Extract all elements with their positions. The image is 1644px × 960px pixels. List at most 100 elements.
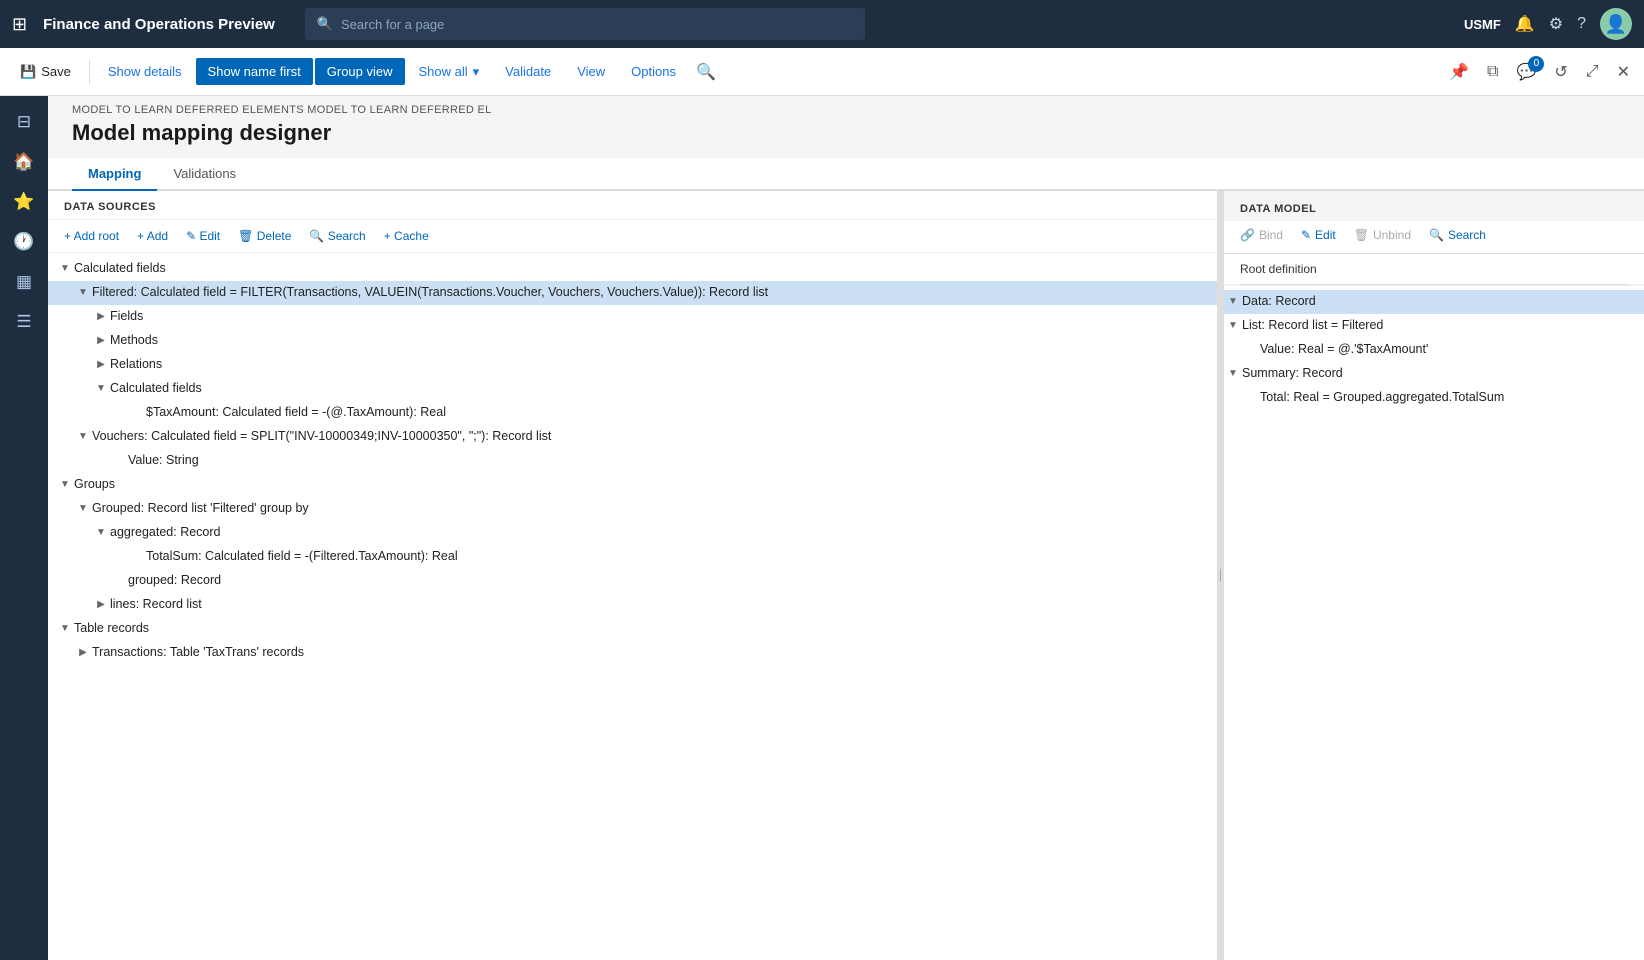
sidebar-item-modules[interactable]: ☰ [6, 304, 42, 340]
right-tree-toggle-icon[interactable]: ▼ [1224, 293, 1242, 311]
close-icon[interactable]: ✕ [1611, 58, 1636, 86]
expand-icon[interactable]: ⤢ [1580, 59, 1605, 85]
tab-validations[interactable]: Validations [157, 158, 252, 191]
tree-node[interactable]: ▶Fields [48, 305, 1217, 329]
window-icon[interactable]: ⧉ [1481, 59, 1504, 85]
right-tree-node[interactable]: ▼Summary: Record [1224, 362, 1644, 386]
badge-button[interactable]: 💬 0 [1510, 58, 1542, 86]
show-name-first-button[interactable]: Show name first [196, 58, 313, 85]
right-search-button[interactable]: 🔍 Search [1423, 225, 1492, 245]
pin-icon[interactable]: 📌 [1443, 58, 1475, 86]
right-tree-node[interactable]: ▼List: Record list = Filtered [1224, 314, 1644, 338]
right-panel: DATA MODEL 🔗 Bind ✎ Edit 🗑 Unbind [1224, 191, 1644, 960]
tree-toggle-icon[interactable] [110, 404, 128, 422]
show-all-button[interactable]: Show all ▾ [407, 58, 492, 86]
global-search-input[interactable] [341, 17, 853, 32]
sidebar-item-workspaces[interactable]: ▦ [6, 264, 42, 300]
right-tree-node[interactable]: Total: Real = Grouped.aggregated.TotalSu… [1224, 386, 1644, 410]
tree-toggle-icon[interactable]: ▼ [74, 284, 92, 302]
tree-toggle-icon[interactable]: ▼ [56, 476, 74, 494]
tree-node-label: Filtered: Calculated field = FILTER(Tran… [92, 284, 1209, 302]
tree-node[interactable]: grouped: Record [48, 569, 1217, 593]
tree-toggle-icon[interactable]: ▼ [56, 260, 74, 278]
right-tree-toggle-icon[interactable]: ▼ [1224, 365, 1242, 383]
right-tree-toggle-icon[interactable] [1224, 341, 1242, 359]
tree-node[interactable]: ▶Relations [48, 353, 1217, 377]
save-button[interactable]: 💾 Save [8, 58, 83, 86]
sidebar-item-favorites[interactable]: ⭐ [6, 184, 42, 220]
right-tree-node[interactable]: Value: Real = @.'$TaxAmount' [1224, 338, 1644, 362]
help-icon[interactable]: ? [1577, 15, 1586, 33]
delete-button[interactable]: 🗑 Delete [232, 226, 297, 246]
tree-toggle-icon[interactable]: ▼ [56, 620, 74, 638]
tree-node-label: Groups [74, 476, 1209, 494]
tree-toggle-icon[interactable]: ▼ [92, 380, 110, 398]
user-avatar[interactable]: 👤 [1600, 8, 1632, 40]
add-button[interactable]: + Add [131, 226, 174, 246]
search-icon: 🔍 [317, 16, 333, 32]
tab-mapping[interactable]: Mapping [72, 158, 157, 191]
group-view-button[interactable]: Group view [315, 58, 405, 85]
edit-button[interactable]: ✎ Edit [180, 226, 226, 246]
settings-icon[interactable]: ⚙ [1549, 14, 1563, 34]
tree-toggle-icon[interactable]: ▶ [74, 644, 92, 662]
sidebar-item-recent[interactable]: 🕐 [6, 224, 42, 260]
sidebar-item-filter[interactable]: ⊟ [6, 104, 42, 140]
tree-node[interactable]: ▶Methods [48, 329, 1217, 353]
right-panel-actions: 🔗 Bind ✎ Edit 🗑 Unbind 🔍 Search [1224, 221, 1644, 254]
cache-button[interactable]: + Cache [378, 226, 435, 246]
tree-toggle-icon[interactable]: ▶ [92, 596, 110, 614]
right-edit-button[interactable]: ✎ Edit [1295, 225, 1342, 245]
options-button[interactable]: Options [619, 58, 688, 85]
apps-grid-icon[interactable]: ⊞ [12, 14, 27, 35]
top-nav-right: USMF 🔔 ⚙ ? 👤 [1464, 8, 1632, 40]
left-panel-header: DATA SOURCES [48, 191, 1217, 220]
tree-node-label: Fields [110, 308, 1209, 326]
tree-toggle-icon[interactable] [110, 548, 128, 566]
sidebar: ⊟ 🏠 ⭐ 🕐 ▦ ☰ [0, 96, 48, 960]
view-button[interactable]: View [565, 58, 617, 85]
unbind-button[interactable]: 🗑 Unbind [1348, 225, 1417, 245]
tree-toggle-icon[interactable] [92, 452, 110, 470]
validate-button[interactable]: Validate [493, 58, 563, 85]
tree-node[interactable]: ▼aggregated: Record [48, 521, 1217, 545]
tree-toggle-icon[interactable]: ▶ [92, 356, 110, 374]
tree-node[interactable]: ▼Filtered: Calculated field = FILTER(Tra… [48, 281, 1217, 305]
tree-node[interactable]: ▼Table records [48, 617, 1217, 641]
tree-node[interactable]: ▼Vouchers: Calculated field = SPLIT("INV… [48, 425, 1217, 449]
show-details-button[interactable]: Show details [96, 58, 194, 85]
search-button[interactable]: 🔍 Search [303, 226, 371, 246]
bind-button[interactable]: 🔗 Bind [1234, 225, 1289, 245]
tree-toggle-icon[interactable]: ▶ [92, 308, 110, 326]
tree-node[interactable]: ▶Transactions: Table 'TaxTrans' records [48, 641, 1217, 665]
add-root-button[interactable]: + Add root [58, 226, 125, 246]
tree-node[interactable]: ▼Grouped: Record list 'Filtered' group b… [48, 497, 1217, 521]
tree-node[interactable]: ▼Calculated fields [48, 257, 1217, 281]
tree-node[interactable]: Value: String [48, 449, 1217, 473]
tree-node[interactable]: ▶lines: Record list [48, 593, 1217, 617]
tree-node[interactable]: $TaxAmount: Calculated field = -(@.TaxAm… [48, 401, 1217, 425]
tree-toggle-icon[interactable]: ▶ [92, 332, 110, 350]
refresh-icon[interactable]: ↺ [1548, 58, 1573, 86]
global-search-box[interactable]: 🔍 [305, 8, 865, 40]
tabs-row: Mapping Validations [48, 158, 1644, 191]
tree-toggle-icon[interactable]: ▼ [74, 500, 92, 518]
top-nav: ⊞ Finance and Operations Preview 🔍 USMF … [0, 0, 1644, 48]
right-tree-node[interactable]: ▼Data: Record [1224, 290, 1644, 314]
notification-icon[interactable]: 🔔 [1515, 14, 1535, 34]
right-tree-container[interactable]: ▼Data: Record▼List: Record list = Filter… [1224, 285, 1644, 960]
tree-node[interactable]: ▼Groups [48, 473, 1217, 497]
search-toolbar-button[interactable]: 🔍 [690, 58, 722, 86]
right-tree-toggle-icon[interactable] [1224, 389, 1242, 407]
tree-toggle-icon[interactable]: ▼ [92, 524, 110, 542]
tree-toggle-icon[interactable] [92, 572, 110, 590]
page-title: Model mapping designer [48, 116, 1644, 158]
right-tree-node-label: Data: Record [1242, 293, 1636, 311]
tree-node[interactable]: ▼Calculated fields [48, 377, 1217, 401]
left-tree-container[interactable]: ▼Calculated fields▼Filtered: Calculated … [48, 253, 1217, 960]
right-tree-toggle-icon[interactable]: ▼ [1224, 317, 1242, 335]
tree-toggle-icon[interactable]: ▼ [74, 428, 92, 446]
tree-node[interactable]: TotalSum: Calculated field = -(Filtered.… [48, 545, 1217, 569]
sidebar-item-home[interactable]: 🏠 [6, 144, 42, 180]
tree-node-label: Transactions: Table 'TaxTrans' records [92, 644, 1209, 662]
